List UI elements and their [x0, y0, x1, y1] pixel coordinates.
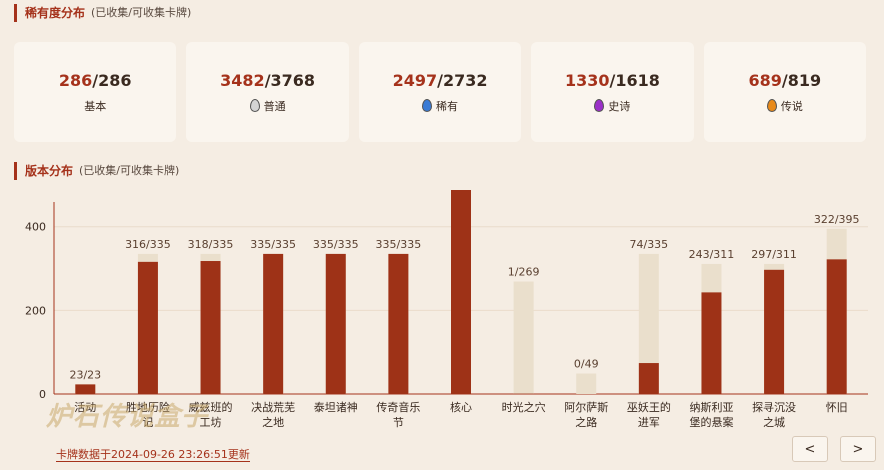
update-time-link[interactable]: 卡牌数据于2024-09-26 23:26:51更新	[56, 448, 250, 462]
rarity-card-epic: 1330/1618 史诗	[531, 42, 694, 142]
collected-bar	[137, 261, 158, 394]
y-tick-label: 200	[25, 304, 46, 317]
y-tick-label: 400	[25, 221, 46, 234]
rarity-label-text: 普通	[263, 99, 286, 113]
x-tick-label: 巫妖王的	[627, 400, 671, 414]
rarity-total: /286	[92, 70, 132, 90]
legendary-gem-icon	[766, 99, 777, 112]
collected-bar	[263, 253, 284, 394]
x-tick-label: 决战荒芜	[251, 400, 295, 414]
data-label: 335/335	[250, 238, 296, 251]
rarity-label: 基本	[84, 98, 106, 114]
version-subtitle: (已收集/可收集卡牌)	[79, 164, 180, 177]
rarity-subtitle: (已收集/可收集卡牌)	[91, 6, 192, 19]
data-label: 74/335	[629, 238, 668, 251]
collected-bar	[388, 253, 409, 394]
next-page-button[interactable]: >	[840, 436, 876, 462]
x-tick-label: 纳斯利亚	[689, 401, 733, 414]
collected-bar	[638, 363, 659, 394]
rarity-have: 2497	[392, 70, 438, 90]
rarity-card-legendary: 689/819 传说	[703, 42, 867, 142]
rarity-have: 689	[748, 70, 782, 90]
x-tick-label: 探寻沉没	[752, 401, 796, 414]
prev-page-button[interactable]: <	[792, 436, 828, 462]
data-label: 0/49	[574, 358, 599, 371]
rarity-label-text: 传说	[780, 99, 803, 113]
x-tick-label: 节	[393, 416, 404, 429]
collected-bar	[75, 384, 96, 394]
data-label: 318/335	[188, 238, 234, 251]
collected-bar	[701, 292, 722, 394]
rarity-label: 普通	[249, 98, 286, 114]
collected-bar	[764, 269, 785, 394]
watermark-logo: 炉石传说盒子	[46, 402, 209, 432]
x-tick-label: 堡的悬案	[689, 415, 733, 429]
x-tick-label: 阿尔萨斯	[564, 401, 608, 414]
data-label: 297/311	[751, 248, 797, 261]
collected-bar	[200, 261, 221, 394]
rarity-total: /1618	[609, 70, 660, 90]
rarity-cards: 286/286 基本 3482/3768 普通 2497/2732 稀有 133…	[14, 42, 867, 142]
rarity-total: /819	[781, 70, 822, 90]
collected-bar	[325, 253, 346, 394]
rarity-have: 1330	[564, 70, 610, 90]
x-tick-label: 之城	[763, 415, 785, 429]
version-title: 版本分布	[25, 164, 74, 178]
rarity-card-basic: 286/286 基本	[14, 42, 177, 142]
rarity-section-title: 稀有度分布 (已收集/可收集卡牌)	[14, 4, 191, 22]
collected-bar	[826, 259, 847, 394]
collectible-bar	[576, 373, 597, 394]
data-label: 1/269	[508, 266, 540, 279]
x-tick-label: 传奇音乐	[376, 400, 420, 414]
x-tick-label: 怀旧	[826, 401, 848, 414]
epic-gem-icon	[594, 99, 605, 112]
version-section-title: 版本分布 (已收集/可收集卡牌)	[14, 162, 179, 180]
rarity-have: 3482	[220, 70, 265, 90]
rarity-have: 286	[58, 70, 93, 90]
x-tick-label: 之路	[575, 415, 597, 429]
rare-gem-icon	[422, 99, 433, 112]
rarity-label-text: 基本	[84, 99, 107, 113]
data-label: 23/23	[69, 368, 101, 381]
data-label: 243/311	[689, 248, 735, 261]
rarity-label: 史诗	[594, 98, 630, 114]
rarity-label: 传说	[766, 98, 803, 114]
rarity-title: 稀有度分布	[25, 6, 86, 20]
rarity-count: 689/819	[749, 71, 822, 90]
data-label: 322/395	[814, 213, 860, 226]
rarity-label-text: 史诗	[608, 99, 631, 113]
rarity-card-rare: 2497/2732 稀有	[358, 42, 522, 142]
rarity-count: 286/286	[59, 71, 132, 90]
data-label: 335/335	[376, 238, 422, 251]
rarity-card-common: 3482/3768 普通	[186, 42, 349, 142]
rarity-total: /2732	[437, 70, 488, 90]
rarity-count: 1330/1618	[565, 71, 660, 90]
rarity-count: 3482/3768	[220, 71, 315, 90]
rarity-total: /3768	[264, 70, 316, 90]
y-tick-label: 0	[39, 388, 46, 401]
x-tick-label: 泰坦诸神	[314, 400, 358, 414]
data-label: 316/335	[125, 238, 171, 251]
x-tick-label: 进军	[638, 416, 660, 429]
rarity-label-text: 稀有	[436, 99, 459, 113]
collectible-bar	[513, 281, 534, 394]
common-gem-icon	[249, 99, 260, 112]
x-tick-label: 之地	[262, 415, 284, 429]
collected-bar	[451, 166, 471, 394]
data-label: 335/335	[313, 238, 359, 251]
rarity-label: 稀有	[422, 98, 458, 114]
rarity-count: 2497/2732	[393, 71, 488, 90]
x-tick-label: 核心	[450, 400, 472, 414]
pager: < >	[792, 436, 876, 462]
x-tick-label: 时光之穴	[502, 400, 546, 414]
